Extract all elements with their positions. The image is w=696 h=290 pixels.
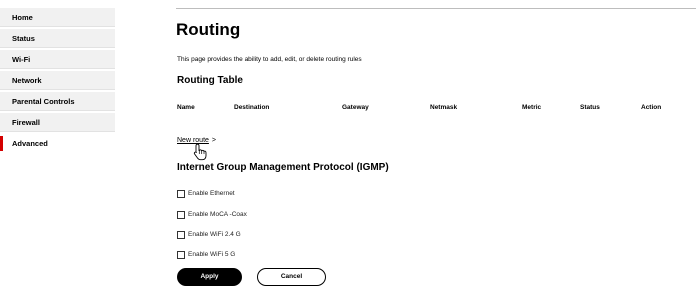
header-divider: [176, 8, 696, 9]
enable-wifi-24-label: Enable WiFi 2.4 G: [188, 230, 241, 238]
sidebar-item-status[interactable]: Status: [0, 29, 115, 48]
column-header-name: Name: [177, 104, 195, 111]
chevron-right-icon: >: [211, 137, 216, 144]
column-header-action: Action: [641, 104, 662, 111]
apply-button[interactable]: Apply: [177, 268, 242, 286]
enable-moca-option[interactable]: Enable MoCA -Coax: [177, 206, 247, 219]
column-header-netmask: Netmask: [430, 104, 458, 111]
sidebar-item-network[interactable]: Network: [0, 71, 115, 90]
enable-ethernet-label: Enable Ethernet: [188, 189, 235, 197]
enable-ethernet-option[interactable]: Enable Ethernet: [177, 185, 235, 198]
sidebar-item-label: Firewall: [12, 118, 40, 127]
enable-wifi-5-checkbox[interactable]: [177, 250, 185, 259]
enable-moca-checkbox[interactable]: [177, 210, 185, 219]
page-title: Routing: [176, 20, 241, 39]
sidebar-item-advanced[interactable]: Advanced: [0, 134, 115, 153]
page-description: This page provides the ability to add, e…: [177, 56, 362, 63]
sidebar: Home Status Wi-Fi Network Parental Contr…: [0, 0, 115, 155]
routing-table-heading: Routing Table: [177, 75, 243, 86]
enable-ethernet-checkbox[interactable]: [177, 189, 185, 198]
column-header-status: Status: [580, 104, 600, 111]
sidebar-item-label: Home: [12, 13, 33, 22]
enable-wifi-24-option[interactable]: Enable WiFi 2.4 G: [177, 226, 241, 239]
enable-moca-label: Enable MoCA -Coax: [188, 210, 247, 218]
routing-table-header: Name Destination Gateway Netmask Metric …: [0, 102, 696, 114]
sidebar-item-label: Network: [12, 76, 42, 85]
sidebar-item-home[interactable]: Home: [0, 8, 115, 27]
enable-wifi-5-option[interactable]: Enable WiFi 5 G: [177, 246, 235, 259]
enable-wifi-24-checkbox[interactable]: [177, 230, 185, 239]
column-header-destination: Destination: [234, 104, 270, 111]
column-header-metric: Metric: [522, 104, 542, 111]
sidebar-item-label: Advanced: [12, 139, 48, 148]
sidebar-item-wifi[interactable]: Wi-Fi: [0, 50, 115, 69]
enable-wifi-5-label: Enable WiFi 5 G: [188, 250, 236, 258]
sidebar-item-firewall[interactable]: Firewall: [0, 113, 115, 132]
sidebar-item-label: Wi-Fi: [12, 55, 31, 64]
cancel-button[interactable]: Cancel: [257, 268, 326, 286]
sidebar-item-label: Status: [12, 34, 35, 43]
igmp-heading: Internet Group Management Protocol (IGMP…: [177, 162, 389, 173]
hand-pointer-icon: [193, 143, 207, 161]
column-header-gateway: Gateway: [342, 104, 369, 111]
